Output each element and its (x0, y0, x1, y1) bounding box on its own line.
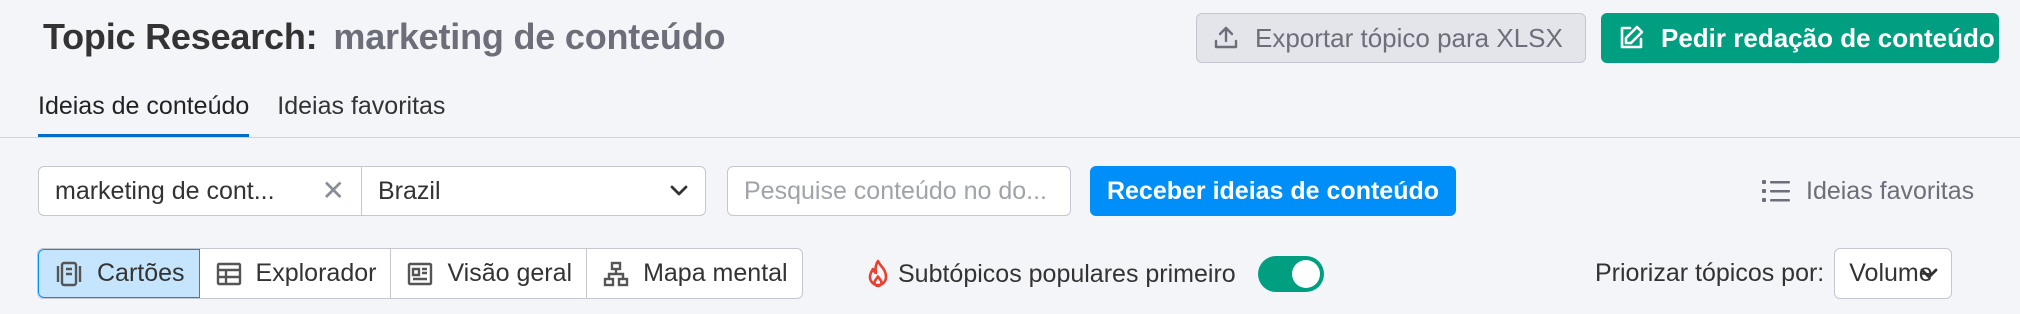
export-xlsx-label: Exportar tópico para XLSX (1255, 22, 1563, 53)
topic-title: marketing de conteúdo (333, 16, 726, 57)
prioritize-select[interactable]: Volume (1834, 248, 1953, 299)
upload-icon (1213, 25, 1239, 51)
order-content-button[interactable]: Pedir redação de conteúdo (1601, 13, 1999, 63)
prioritize-control: Priorizar tópicos por: Volume (1595, 248, 1953, 299)
view-switcher: Cartões Explorador Visão geral Mapa ment… (37, 248, 803, 299)
tab-favorite-ideas[interactable]: Ideias favoritas (277, 92, 445, 133)
mindmap-icon (603, 261, 629, 287)
tab-content-ideas[interactable]: Ideias de conteúdo (38, 92, 250, 137)
edit-icon (1617, 24, 1645, 52)
switch-knob (1291, 260, 1320, 288)
popular-subtopics-switch[interactable] (1257, 256, 1324, 292)
tab-bar: Ideias de conteúdo Ideias favoritas (38, 92, 445, 137)
tool-title: Topic Research: (43, 16, 318, 57)
view-mindmap-label: Mapa mental (643, 259, 788, 287)
view-explorer-label: Explorador (255, 259, 377, 287)
overview-icon (407, 261, 433, 287)
keyword-value: marketing de cont... (55, 176, 275, 205)
cards-icon (55, 261, 83, 287)
page-title: Topic Research: marketing de conteúdo (43, 14, 725, 60)
keyword-input[interactable]: marketing de cont... ✕ (39, 167, 362, 215)
view-overview[interactable]: Visão geral (391, 249, 588, 298)
chevron-down-icon (669, 183, 689, 197)
list-icon (1762, 178, 1790, 204)
favorite-ideas-link[interactable]: Ideias favoritas (1762, 166, 1974, 216)
database-select[interactable]: Brazil (362, 167, 705, 215)
prioritize-label: Priorizar tópicos por: (1595, 259, 1825, 287)
favorite-ideas-label: Ideias favoritas (1806, 176, 1975, 205)
view-cards-label: Cartões (97, 259, 185, 287)
view-overview-label: Visão geral (447, 259, 573, 287)
content-search-input[interactable] (727, 166, 1071, 216)
view-mindmap[interactable]: Mapa mental (587, 249, 802, 298)
order-content-label: Pedir redação de conteúdo (1661, 22, 1995, 53)
database-value: Brazil (378, 176, 441, 205)
keyword-database-combo: marketing de cont... ✕ Brazil (38, 166, 706, 216)
clear-icon[interactable]: ✕ (322, 177, 345, 205)
view-cards[interactable]: Cartões (38, 249, 200, 298)
popular-subtopics-toggle-row: Subtópicos populares primeiro (866, 254, 1324, 294)
export-xlsx-button[interactable]: Exportar tópico para XLSX (1196, 13, 1586, 63)
fire-icon (866, 259, 890, 289)
get-ideas-button[interactable]: Receber ideias de conteúdo (1090, 166, 1456, 216)
chevron-down-icon (1919, 266, 1939, 280)
topic-research-page: Topic Research: marketing de conteúdo Ex… (0, 0, 2020, 314)
tab-divider (0, 137, 2020, 138)
table-icon (216, 261, 242, 287)
popular-subtopics-label: Subtópicos populares primeiro (898, 259, 1236, 288)
view-explorer[interactable]: Explorador (200, 249, 392, 298)
